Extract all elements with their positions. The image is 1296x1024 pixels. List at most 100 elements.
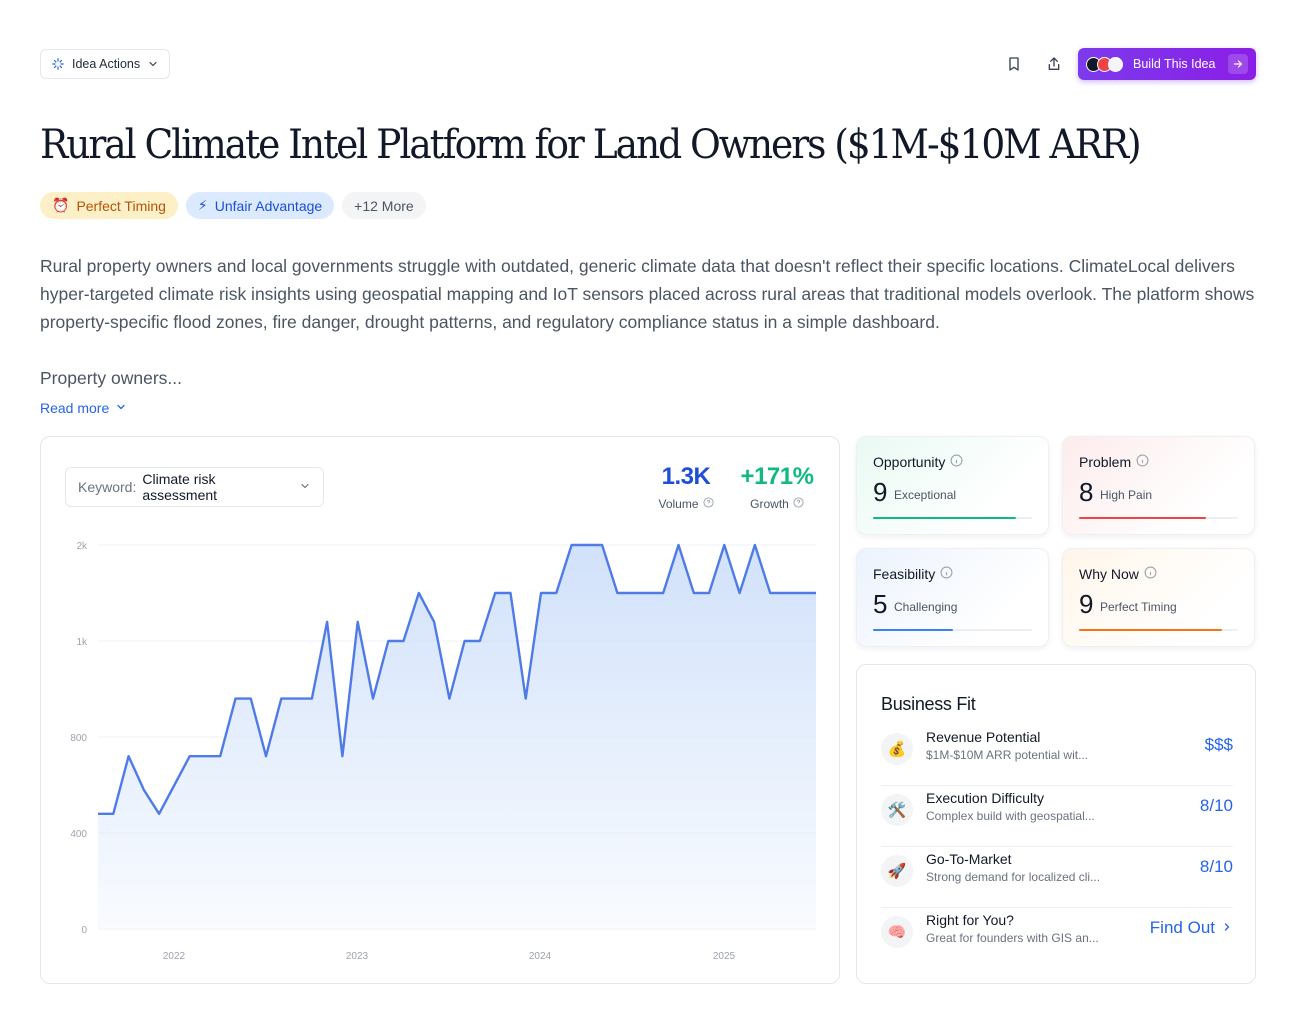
tag-more[interactable]: +12 More: [342, 192, 426, 219]
data-point: [708, 592, 710, 594]
fit-row-name: Go-To-Market: [926, 851, 1012, 867]
score-bar: [1079, 629, 1238, 631]
score-descriptor: Perfect Timing: [1100, 600, 1177, 614]
idea-description-more: Property owners...: [40, 368, 182, 388]
idea-description: Rural property owners and local governme…: [40, 256, 1255, 332]
fit-row-name: Revenue Potential: [926, 729, 1041, 745]
data-point: [311, 697, 313, 699]
score-title: Opportunity: [873, 454, 946, 470]
help-circle-icon[interactable]: [793, 497, 804, 511]
share-icon[interactable]: [1042, 52, 1066, 76]
data-point: [357, 621, 359, 623]
money-bag-icon: 💰: [881, 733, 913, 765]
y-tick-label: 1k: [76, 637, 88, 648]
sparkle-icon: [51, 57, 65, 71]
score-card-feasibility[interactable]: Feasibility 5 Challenging: [856, 548, 1049, 647]
fit-row-right-for-you[interactable]: 🧠 Right for You? Great for founders with…: [881, 908, 1233, 969]
score-bar: [873, 517, 1032, 519]
y-tick-label: 2k: [76, 541, 88, 552]
y-tick-label: 400: [70, 829, 87, 840]
data-point: [555, 592, 557, 594]
data-point: [525, 697, 527, 699]
data-point: [189, 755, 191, 757]
read-more-label: Read more: [40, 400, 110, 416]
read-more-link[interactable]: Read more: [40, 400, 127, 416]
info-icon[interactable]: [940, 566, 953, 582]
data-point: [234, 697, 236, 699]
keyword-select[interactable]: Keyword: Climate risk assessment: [65, 467, 324, 507]
growth-label: Growth: [750, 497, 789, 511]
info-icon[interactable]: [1136, 454, 1149, 470]
score-bar-fill: [873, 517, 1017, 519]
build-this-idea-button[interactable]: Build This Idea: [1078, 48, 1256, 80]
y-tick-label: 800: [70, 733, 87, 744]
find-out-link[interactable]: Find Out: [1150, 918, 1233, 938]
x-tick-label: 2022: [163, 951, 186, 962]
growth-value: +171%: [740, 463, 814, 490]
score-card-opportunity[interactable]: Opportunity 9 Exceptional: [856, 436, 1049, 535]
data-point: [295, 697, 297, 699]
data-point: [402, 640, 404, 642]
data-point: [693, 592, 695, 594]
data-point: [143, 789, 145, 791]
data-point: [280, 697, 282, 699]
business-fit-title: Business Fit: [881, 694, 976, 714]
data-point: [677, 544, 679, 546]
score-bar-fill: [1079, 517, 1207, 519]
volume-stat: 1.3K Volume: [655, 463, 717, 511]
score-title-row: Problem: [1079, 454, 1149, 470]
data-point: [800, 592, 802, 594]
data-point: [723, 544, 725, 546]
fit-row-sub: Strong demand for localized cli...: [926, 870, 1101, 884]
avatar: [1108, 56, 1123, 72]
data-point: [372, 697, 374, 699]
help-circle-icon[interactable]: [702, 497, 714, 511]
data-point: [265, 755, 267, 757]
growth-stat: +171% Growth: [737, 463, 817, 511]
keyword-value: Climate risk assessment: [142, 471, 218, 503]
arrow-right-icon: [1228, 54, 1248, 74]
idea-actions-label: Idea Actions: [72, 57, 141, 71]
data-point: [616, 592, 618, 594]
bookmark-icon[interactable]: [1002, 52, 1026, 76]
fit-row-revenue-potential[interactable]: 💰 Revenue Potential $1M-$10M ARR potenti…: [881, 725, 1233, 786]
rocket-icon: 🚀: [881, 855, 913, 887]
build-label: Build This Idea: [1133, 57, 1216, 71]
keyword-label: Keyword:: [78, 479, 137, 495]
business-fit-card: Business Fit 💰 Revenue Potential $1M-$10…: [856, 664, 1256, 984]
data-point: [204, 755, 206, 757]
score-title: Why Now: [1079, 566, 1139, 582]
volume-label-row: Volume: [655, 497, 717, 511]
info-icon[interactable]: [950, 454, 963, 470]
data-point: [479, 640, 481, 642]
data-point: [647, 592, 649, 594]
idea-actions-dropdown[interactable]: Idea Actions: [40, 49, 171, 79]
tag-list: ⏰ Perfect Timing ⚡ Unfair Advantage +12 …: [40, 192, 426, 219]
chevron-down-icon: [115, 400, 127, 416]
tag-label: Unfair Advantage: [214, 197, 323, 214]
score-card-why-now[interactable]: Why Now 9 Perfect Timing: [1062, 548, 1255, 647]
fit-row-value: 8/10: [1199, 796, 1233, 815]
brain-icon: 🧠: [881, 916, 913, 948]
data-point: [219, 755, 221, 757]
score-value: 8: [1079, 477, 1094, 507]
x-tick-label: 2025: [713, 951, 736, 962]
score-value: 9: [1079, 589, 1094, 619]
score-bar: [1079, 517, 1238, 519]
lightning-icon: ⚡: [197, 197, 208, 213]
data-point: [112, 813, 114, 815]
tag-unfair-advantage[interactable]: ⚡ Unfair Advantage: [185, 192, 335, 219]
data-point: [586, 544, 588, 546]
fit-row-go-to-market[interactable]: 🚀 Go-To-Market Strong demand for localiz…: [881, 847, 1233, 908]
data-point: [601, 544, 603, 546]
data-point: [494, 592, 496, 594]
data-point: [326, 621, 328, 623]
data-point: [418, 592, 420, 594]
info-icon[interactable]: [1144, 566, 1157, 582]
tag-perfect-timing[interactable]: ⏰ Perfect Timing: [40, 192, 178, 219]
fit-row-execution-difficulty[interactable]: 🛠️ Execution Difficulty Complex build wi…: [881, 786, 1233, 847]
score-title-row: Why Now: [1079, 566, 1157, 582]
fit-row-value: $$$: [1204, 735, 1233, 754]
volume-label: Volume: [658, 497, 699, 511]
score-card-problem[interactable]: Problem 8 High Pain: [1062, 436, 1255, 535]
